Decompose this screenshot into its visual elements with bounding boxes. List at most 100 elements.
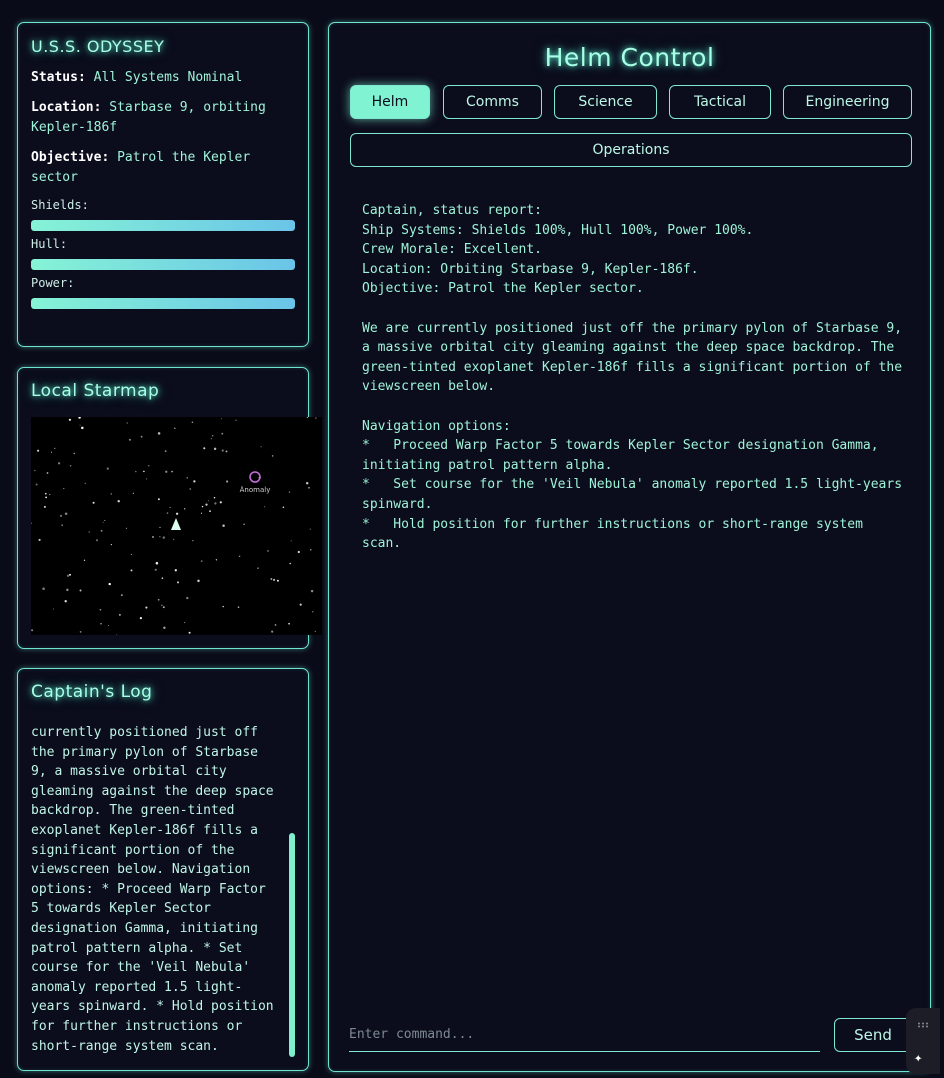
star [221,449,224,452]
star [203,447,206,450]
star [110,543,113,546]
star [99,608,102,611]
star [126,422,128,424]
star [186,596,189,600]
star [257,567,259,569]
star [169,506,171,508]
star [209,510,211,512]
star [225,450,228,453]
star [177,581,179,584]
star [175,512,179,516]
star [164,450,167,452]
star [192,540,194,542]
star [200,560,203,562]
star [73,452,75,455]
star [299,603,302,606]
star [225,480,229,483]
star [211,434,214,437]
star [205,503,208,506]
starmap-canvas[interactable]: Anomaly [31,417,322,635]
star [186,477,188,479]
star [201,505,204,508]
star [165,470,168,473]
star [34,469,36,472]
ship-name: U.S.S. ODYSSEY [31,37,165,56]
star [235,419,237,421]
star [79,424,81,426]
drag-handle-icon[interactable] [917,1022,929,1028]
star [68,418,71,421]
star [308,486,310,489]
location-line: Location: Starbase 9, orbiting Kepler-18… [31,98,295,138]
star [157,598,160,601]
star [45,496,47,499]
star [309,528,311,530]
star [208,500,210,502]
star [155,561,159,565]
captains-log-panel: Captain's Log currently positioned just … [17,668,309,1071]
star [38,538,41,541]
star [237,606,240,608]
star [238,555,241,558]
power-bar [31,298,295,309]
starmap-title: Local Starmap [31,381,160,401]
command-input[interactable] [349,1018,820,1052]
star [57,462,61,465]
star [146,478,148,480]
hull-label: Hull: [31,237,68,251]
star [215,559,218,561]
star [42,587,45,590]
tab-helm[interactable]: Helm [350,85,430,119]
star [52,608,55,610]
star [270,578,273,580]
status-line: Status: All Systems Nominal [31,68,295,88]
star [128,438,131,441]
star [288,491,291,493]
star [108,624,110,627]
star [50,451,53,453]
star [106,467,109,470]
tab-comms[interactable]: Comms [443,85,542,119]
star [184,622,186,624]
tab-science[interactable]: Science [554,85,657,119]
star [61,524,64,527]
star [45,492,47,495]
star [100,623,102,625]
sparkle-icon[interactable]: ✦ [914,1050,922,1066]
log-scrollbar[interactable] [289,833,295,1057]
star [96,539,98,542]
star [92,501,95,504]
star [297,550,300,554]
starmap-panel: Local Starmap Anomaly [17,367,322,649]
log-title: Captain's Log [31,682,153,702]
assistant-widget[interactable]: ✦ [906,1008,940,1074]
tab-tactical[interactable]: Tactical [669,85,771,119]
star [31,629,34,632]
star [184,508,186,510]
star [310,549,312,551]
star [282,506,285,509]
star [305,481,309,485]
star [166,512,169,514]
star [210,438,212,440]
shields-label: Shields: [31,198,89,212]
star [132,492,134,494]
star [46,472,49,474]
star [84,482,86,484]
tab-operations[interactable]: Operations [350,133,912,167]
star [159,526,161,528]
star [159,536,161,538]
tab-engineering[interactable]: Engineering [783,85,912,119]
hull-bar-fill [31,259,295,270]
star [69,573,71,576]
star [220,418,222,420]
status-value: All Systems Nominal [93,70,243,85]
location-label: Location: [31,100,102,115]
status-label: Status: [31,70,86,85]
send-button[interactable]: Send [834,1018,912,1052]
console-output: Captain, status report: Ship Systems: Sh… [362,203,903,552]
star [312,611,314,613]
star [271,455,274,457]
star [162,606,165,609]
star [79,589,82,592]
